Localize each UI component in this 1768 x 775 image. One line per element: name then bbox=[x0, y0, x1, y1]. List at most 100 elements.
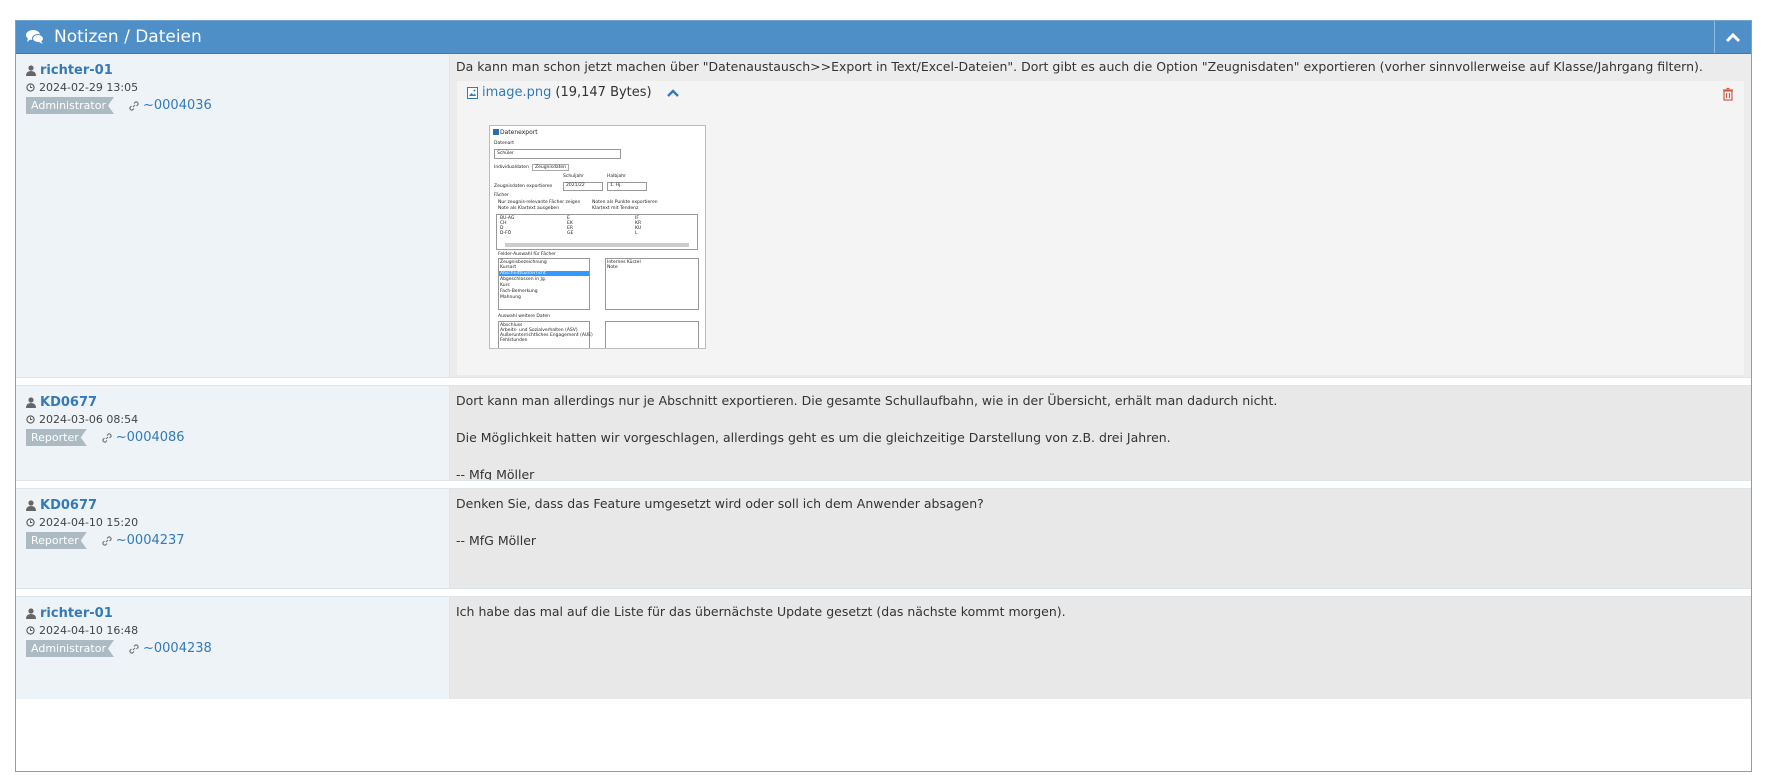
note-timestamp: 2024-04-10 15:20 bbox=[39, 516, 139, 529]
note-permalink[interactable]: ~0004036 bbox=[143, 98, 212, 113]
preview-label: Halbjahr bbox=[607, 174, 626, 179]
note-paragraph: Dort kann man allerdings nur je Abschnit… bbox=[456, 393, 1278, 408]
role-badge: Administrator bbox=[26, 97, 114, 114]
notes-files-panel: Notizen / Dateien richter-01 2024-02-29 … bbox=[15, 20, 1752, 772]
note-separator bbox=[16, 480, 1751, 489]
preview-checkbox: Nur zeugnis-relevante Fächer zeigen bbox=[498, 200, 581, 205]
note-entry: KD0677 2024-04-10 15:20 Reporter ~000423… bbox=[16, 489, 1751, 588]
link-icon bbox=[129, 643, 139, 654]
attachment-box: image.png (19,147 Bytes) Datenexport Dat… bbox=[456, 80, 1745, 376]
note-separator bbox=[16, 588, 1751, 597]
username-link[interactable]: richter-01 bbox=[40, 63, 113, 78]
note-permalink[interactable]: ~0004238 bbox=[143, 641, 212, 656]
preview-select: 2021/22 bbox=[563, 182, 603, 191]
note-body: Ich habe das mal auf die Liste für das ü… bbox=[450, 597, 1751, 699]
note-meta: richter-01 2024-02-29 13:05 Administrato… bbox=[16, 54, 450, 377]
comments-icon bbox=[26, 30, 44, 44]
note-text: Da kann man schon jetzt machen über "Dat… bbox=[456, 59, 1703, 74]
role-badge: Reporter bbox=[26, 429, 87, 446]
note-permalink[interactable]: ~0004237 bbox=[116, 533, 185, 548]
clock-icon bbox=[26, 518, 35, 527]
note-paragraph: Denken Sie, dass das Feature umgesetzt w… bbox=[456, 496, 984, 511]
note-separator bbox=[16, 377, 1751, 386]
username-link[interactable]: KD0677 bbox=[40, 498, 97, 513]
note-paragraph: -- MfG Möller bbox=[456, 533, 537, 548]
clock-icon bbox=[26, 83, 35, 92]
preview-select-value: Schüler bbox=[497, 151, 514, 156]
preview-list-item: Kurs bbox=[500, 283, 510, 288]
note-timestamp: 2024-02-29 13:05 bbox=[39, 81, 139, 94]
note-body: Denken Sie, dass das Feature umgesetzt w… bbox=[450, 489, 1751, 588]
preview-select: Schüler bbox=[494, 149, 621, 159]
attachment-link[interactable]: image.png bbox=[482, 85, 551, 100]
preview-label: Datenart bbox=[494, 141, 514, 146]
preview-listbox: Zeugnisbezeichnung Kursart Abschnittsunt… bbox=[498, 258, 590, 310]
link-icon bbox=[129, 100, 139, 111]
preview-list-item: Mahnung bbox=[500, 295, 521, 300]
note-entry: richter-01 2024-04-10 16:48 Administrato… bbox=[16, 597, 1751, 699]
clock-icon bbox=[26, 626, 35, 635]
clock-icon bbox=[26, 415, 35, 424]
preview-subject: GE bbox=[567, 231, 574, 236]
collapse-button[interactable] bbox=[1714, 21, 1751, 53]
user-icon bbox=[26, 608, 36, 619]
preview-label: Schuljahr bbox=[563, 174, 584, 179]
note-timestamp: 2024-03-06 08:54 bbox=[39, 413, 139, 426]
preview-checkbox: Note als Klartext ausgeben bbox=[498, 206, 560, 211]
note-timestamp: 2024-04-10 16:48 bbox=[39, 624, 139, 637]
preview-checkbox: Noten als Punkte exportieren bbox=[592, 200, 658, 205]
preview-list-item: Abschnittsunterricht bbox=[500, 271, 546, 276]
attachment-size: (19,147 Bytes) bbox=[555, 85, 652, 100]
note-body: Dort kann man allerdings nur je Abschnit… bbox=[450, 386, 1751, 482]
username-link[interactable]: richter-01 bbox=[40, 606, 113, 621]
preview-tab: Zeugnisdaten bbox=[532, 164, 570, 171]
note-meta: KD0677 2024-04-10 15:20 Reporter ~000423… bbox=[16, 489, 450, 588]
note-permalink[interactable]: ~0004086 bbox=[116, 430, 185, 445]
note-entry: richter-01 2024-02-29 13:05 Administrato… bbox=[16, 54, 1751, 377]
chevron-up-icon[interactable] bbox=[666, 88, 680, 98]
attachment-preview-image[interactable]: Datenexport Datenart Schüler Individuald… bbox=[489, 125, 706, 349]
chevron-up-icon bbox=[1725, 32, 1741, 42]
note-paragraph: Die Möglichkeit hatten wir vorgeschlagen… bbox=[456, 430, 1171, 445]
link-icon bbox=[102, 432, 112, 443]
preview-select-value: 1. Hj. bbox=[610, 183, 622, 188]
preview-tab: Individualdaten bbox=[494, 165, 529, 170]
preview-label: Fächer bbox=[494, 193, 509, 198]
preview-scrollbar bbox=[505, 243, 689, 247]
panel-title: Notizen / Dateien bbox=[54, 27, 202, 47]
window-icon bbox=[493, 129, 499, 135]
panel-header: Notizen / Dateien bbox=[16, 21, 1751, 54]
preview-list-item: Abgeschlossen in Jg. bbox=[500, 277, 547, 282]
preview-list-item: Kursart bbox=[500, 265, 517, 270]
role-badge: Reporter bbox=[26, 532, 87, 549]
preview-checkbox: Klartext mit Tendenz bbox=[592, 206, 639, 211]
image-file-icon bbox=[467, 86, 478, 99]
preview-subject: L bbox=[635, 231, 638, 236]
preview-checkbox: Zeugnisdaten exportieren bbox=[494, 184, 553, 189]
preview-list-item: Fehlstunden bbox=[500, 338, 528, 343]
note-entry: KD0677 2024-03-06 08:54 Reporter ~000408… bbox=[16, 386, 1751, 482]
note-meta: KD0677 2024-03-06 08:54 Reporter ~000408… bbox=[16, 386, 450, 480]
note-paragraph: Ich habe das mal auf die Liste für das ü… bbox=[456, 604, 1066, 619]
preview-subject-grid: BU-AG CH D D-FÖ E EK ER GE IF KR KU L bbox=[496, 214, 698, 250]
preview-label: Auswahl weitere Daten bbox=[498, 314, 551, 319]
preview-list-item: Fach-Bemerkung bbox=[500, 289, 538, 294]
note-body: Da kann man schon jetzt machen über "Dat… bbox=[450, 54, 1751, 377]
note-meta: richter-01 2024-04-10 16:48 Administrato… bbox=[16, 597, 450, 699]
preview-select-value: 2021/22 bbox=[566, 183, 585, 188]
preview-label: Felder-Auswahl für Fächer bbox=[498, 252, 556, 257]
preview-list-item: Note bbox=[607, 265, 618, 270]
role-badge: Administrator bbox=[26, 640, 114, 657]
preview-listbox bbox=[605, 321, 699, 348]
user-icon bbox=[26, 500, 36, 511]
trash-icon[interactable] bbox=[1722, 87, 1734, 101]
link-icon bbox=[102, 535, 112, 546]
preview-subject: D-FÖ bbox=[500, 231, 512, 236]
username-link[interactable]: KD0677 bbox=[40, 395, 97, 410]
user-icon bbox=[26, 65, 36, 76]
preview-listbox: Abschluss Arbeits- und Sozialverhalten (… bbox=[498, 321, 593, 348]
user-icon bbox=[26, 397, 36, 408]
preview-select: 1. Hj. bbox=[607, 182, 647, 191]
preview-listbox: Internes Kürzel Note bbox=[605, 258, 699, 310]
preview-title: Datenexport bbox=[500, 129, 538, 136]
